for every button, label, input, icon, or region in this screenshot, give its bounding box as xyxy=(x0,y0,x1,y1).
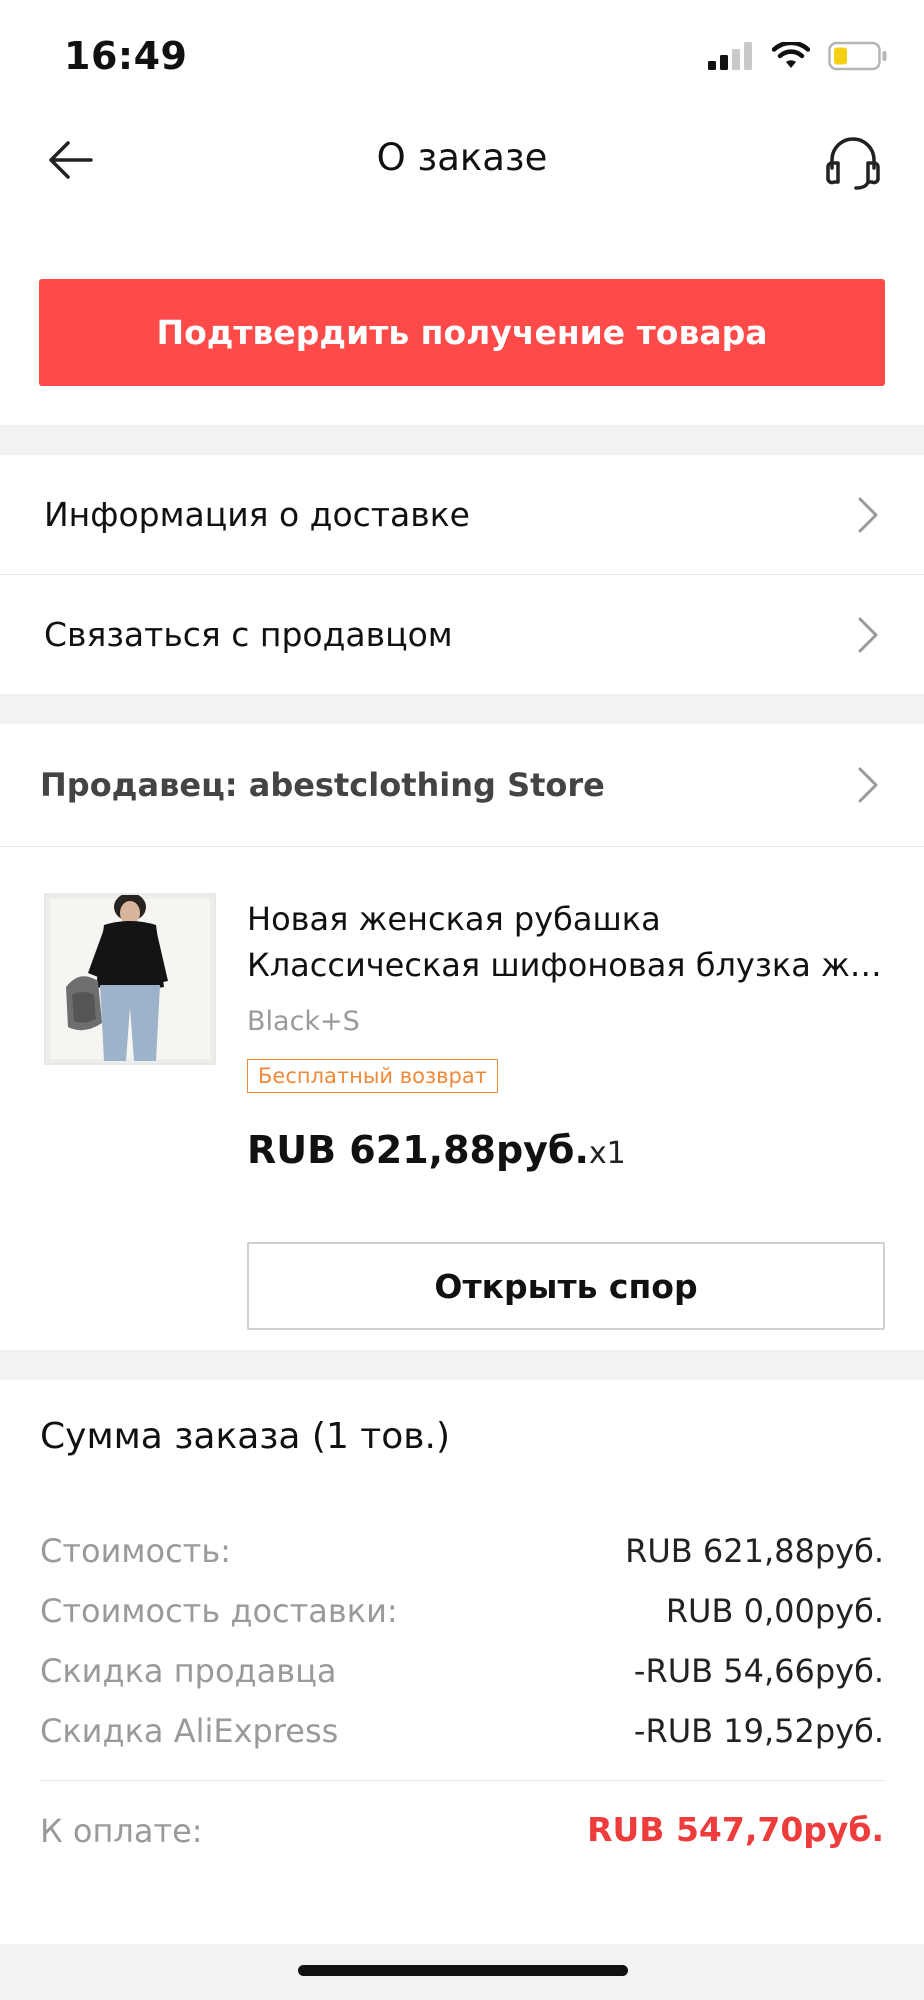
product-price-line: RUB 621,88руб.x1 xyxy=(247,1128,626,1172)
headset-icon xyxy=(826,137,880,190)
product-variant: Black+S xyxy=(247,1006,360,1037)
cost-value: RUB 621,88руб. xyxy=(625,1532,884,1570)
free-return-badge: Бесплатный возврат xyxy=(247,1059,498,1093)
seller-name: Продавец: abestclothing Store xyxy=(40,766,605,804)
seller-discount-label: Скидка продавца xyxy=(40,1652,337,1690)
product-title-line-1: Новая женская рубашка xyxy=(247,900,661,938)
delivery-info-label: Информация о доставке xyxy=(44,495,470,534)
aliexpress-discount-label: Скидка AliExpress xyxy=(40,1712,339,1750)
support-button[interactable] xyxy=(818,128,888,198)
section-divider xyxy=(0,694,924,724)
home-indicator[interactable] xyxy=(298,1965,628,1976)
aliexpress-discount-value: -RUB 19,52руб. xyxy=(633,1712,884,1750)
product-title-line-2: Классическая шифоновая блузка же... xyxy=(247,946,887,984)
section-divider xyxy=(0,425,924,455)
product-price: RUB 621,88руб. xyxy=(247,1128,589,1172)
section-divider xyxy=(0,1350,924,1380)
total-value: RUB 547,70руб. xyxy=(587,1810,884,1849)
signal-icon xyxy=(708,42,752,70)
cost-label: Стоимость: xyxy=(40,1532,231,1570)
chevron-right-icon xyxy=(858,617,878,652)
seller-row[interactable]: Продавец: abestclothing Store xyxy=(0,724,924,846)
confirm-receipt-button[interactable]: Подтвердить получение товара xyxy=(39,279,885,386)
order-details-screen: 16:49 О заказе Подтвердить получение тов… xyxy=(0,0,924,2000)
row-divider xyxy=(0,846,924,847)
product-image[interactable] xyxy=(44,893,216,1065)
order-summary-title: Сумма заказа (1 тов.) xyxy=(40,1416,451,1457)
summary-divider xyxy=(40,1780,884,1781)
wifi-icon xyxy=(772,42,810,68)
delivery-info-row[interactable]: Информация о доставке xyxy=(0,455,924,574)
page-title: О заказе xyxy=(376,136,548,179)
battery-icon xyxy=(828,41,887,71)
contact-seller-label: Связаться с продавцом xyxy=(44,615,453,654)
shipping-cost-value: RUB 0,00руб. xyxy=(665,1592,884,1630)
product-quantity: x1 xyxy=(588,1136,626,1171)
seller-discount-value: -RUB 54,66руб. xyxy=(633,1652,884,1690)
status-time: 16:49 xyxy=(64,34,188,78)
status-icons xyxy=(708,38,888,74)
shipping-cost-label: Стоимость доставки: xyxy=(40,1592,398,1630)
product-photo xyxy=(46,895,214,1063)
contact-seller-row[interactable]: Связаться с продавцом xyxy=(0,575,924,694)
chevron-right-icon xyxy=(858,497,878,532)
total-label: К оплате: xyxy=(40,1812,203,1850)
open-dispute-button[interactable]: Открыть спор xyxy=(247,1242,885,1330)
product-title[interactable]: Новая женская рубашка Классическая шифон… xyxy=(247,896,887,988)
chevron-right-icon xyxy=(858,767,878,803)
